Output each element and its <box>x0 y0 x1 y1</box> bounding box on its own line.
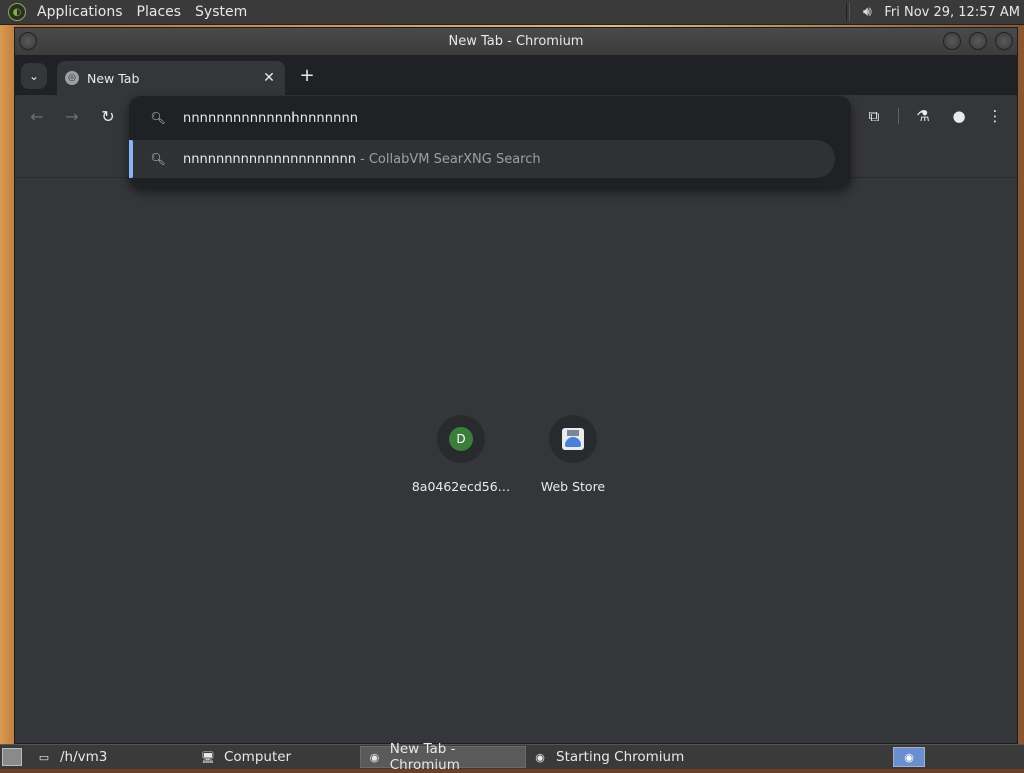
suggestion-source: - CollabVM SearXNG Search <box>360 151 541 167</box>
top-panel: ◐ Applications Places System 🔊︎ Fri Nov … <box>0 0 1024 25</box>
taskbar-item-label: Computer <box>224 749 292 765</box>
bottom-taskbar: ▭ /h/vm3 🖥︎ Computer ◉ New Tab - Chromiu… <box>0 741 1024 773</box>
shortcut-icon-circle: D <box>437 415 485 463</box>
places-menu[interactable]: Places <box>130 4 189 20</box>
chromium-icon: ◉ <box>535 750 545 764</box>
shortcut-tile[interactable]: D 8a0462ecd56… <box>405 415 517 505</box>
applications-menu[interactable]: Applications <box>30 4 130 20</box>
labs-icon[interactable]: ⚗ <box>911 104 935 128</box>
plus-icon: + <box>299 64 315 86</box>
panel-menu: ◐ Applications Places System <box>0 0 254 24</box>
taskbar-item-label: /h/vm3 <box>60 749 108 765</box>
browser-window: New Tab - Chromium ⌄ ◎ New Tab ✕ + ← → ↻… <box>14 27 1018 744</box>
minimize-button[interactable] <box>943 32 961 50</box>
panel-separator <box>846 3 851 21</box>
computer-icon: 🖥︎ <box>201 750 215 764</box>
omnibox-suggestion[interactable]: 🔍︎ nnnnnnnnnnnnnnnnnnnnn - CollabVM Sear… <box>129 140 835 178</box>
tab-title: New Tab <box>87 70 140 86</box>
shortcut-label: Web Store <box>540 479 606 494</box>
window-titlebar[interactable]: New Tab - Chromium <box>15 28 1017 55</box>
new-tab-button[interactable]: + <box>297 64 317 86</box>
suggestion-query: nnnnnnnnnnnnnnnnnnnnn <box>183 151 357 167</box>
globe-icon: ◎ <box>65 71 79 85</box>
back-button[interactable]: ← <box>25 104 49 128</box>
panel-clock[interactable]: Fri Nov 29, 12:57 AM <box>884 5 1020 20</box>
taskbar-item-label: New Tab - Chromium <box>389 741 460 773</box>
omnibox-popup: 🔍︎ nnnnnnnnnnnnnnnnnnnnn I 🔍︎ nnnnnnnnnn… <box>129 96 851 188</box>
close-tab-icon[interactable]: ✕ <box>261 70 277 86</box>
toolbar-separator <box>898 108 899 124</box>
window-title: New Tab - Chromium <box>448 34 584 49</box>
arrow-left-icon: ← <box>30 106 44 126</box>
panel-tray: 🔊︎ Fri Nov 29, 12:57 AM <box>846 0 1020 24</box>
forward-button[interactable]: → <box>60 104 84 128</box>
shortcut-icon-circle <box>549 415 597 463</box>
web-store-icon <box>562 428 584 450</box>
system-menu[interactable]: System <box>188 4 254 20</box>
taskbar-item-terminal[interactable]: ▭ /h/vm3 <box>30 746 194 768</box>
show-desktop-icon[interactable] <box>2 748 22 766</box>
search-icon: 🔍︎ <box>150 111 166 125</box>
taskbar-item-label: Starting Chromium <box>556 749 685 765</box>
new-tab-page: D 8a0462ecd56… Web Store <box>15 178 1017 743</box>
toolbar-actions: ⧉ ⚗ ● ⋮ <box>850 104 1007 128</box>
reload-icon: ↻ <box>101 106 115 126</box>
volume-icon[interactable]: 🔊︎ <box>858 3 876 21</box>
taskbar-item-chromium[interactable]: ◉ New Tab - Chromium <box>360 741 526 773</box>
arrow-right-icon: → <box>65 106 79 126</box>
distro-logo-icon[interactable]: ◐ <box>8 3 26 21</box>
tab-search-button[interactable]: ⌄ <box>21 63 47 89</box>
chevron-down-icon: ⌄ <box>28 69 40 83</box>
puzzle-icon: ⧉ <box>868 107 880 125</box>
tab-new-tab[interactable]: ◎ New Tab ✕ <box>57 61 285 95</box>
taskbar-item-starting-chromium[interactable]: ◉ Starting Chromium <box>526 746 692 768</box>
shortcut-web-store[interactable]: Web Store <box>517 415 629 505</box>
ibeam-cursor-icon: I <box>291 110 296 126</box>
tab-strip: ⌄ ◎ New Tab ✕ + <box>15 55 1017 95</box>
reload-button[interactable]: ↻ <box>96 104 120 128</box>
omnibox-input-row[interactable]: 🔍︎ nnnnnnnnnnnnnnnnnnnnn I <box>129 99 851 137</box>
terminal-icon: ▭ <box>38 750 50 764</box>
search-icon: 🔍︎ <box>150 152 166 166</box>
browser-menu-button[interactable]: ⋮ <box>983 104 1007 128</box>
letter-avatar-icon: D <box>449 427 473 451</box>
suggestion-selected-indicator <box>129 140 133 178</box>
omnibox-input[interactable]: nnnnnnnnnnnnnnnnnnnnn <box>183 111 358 126</box>
window-menu-button[interactable] <box>19 32 37 50</box>
kebab-menu-icon: ⋮ <box>987 107 1003 125</box>
chromium-icon: ◉ <box>369 750 380 764</box>
extensions-icon[interactable]: ⧉ <box>862 104 886 128</box>
maximize-button[interactable] <box>969 32 987 50</box>
close-window-button[interactable] <box>995 32 1013 50</box>
profile-icon[interactable]: ● <box>947 104 971 128</box>
workspace-switcher-icon[interactable]: ◉ <box>893 747 925 767</box>
avatar-icon: ● <box>952 107 966 125</box>
taskbar-item-computer[interactable]: 🖥︎ Computer <box>194 746 360 768</box>
shortcut-label: 8a0462ecd56… <box>411 479 511 494</box>
flask-icon: ⚗ <box>916 107 930 125</box>
